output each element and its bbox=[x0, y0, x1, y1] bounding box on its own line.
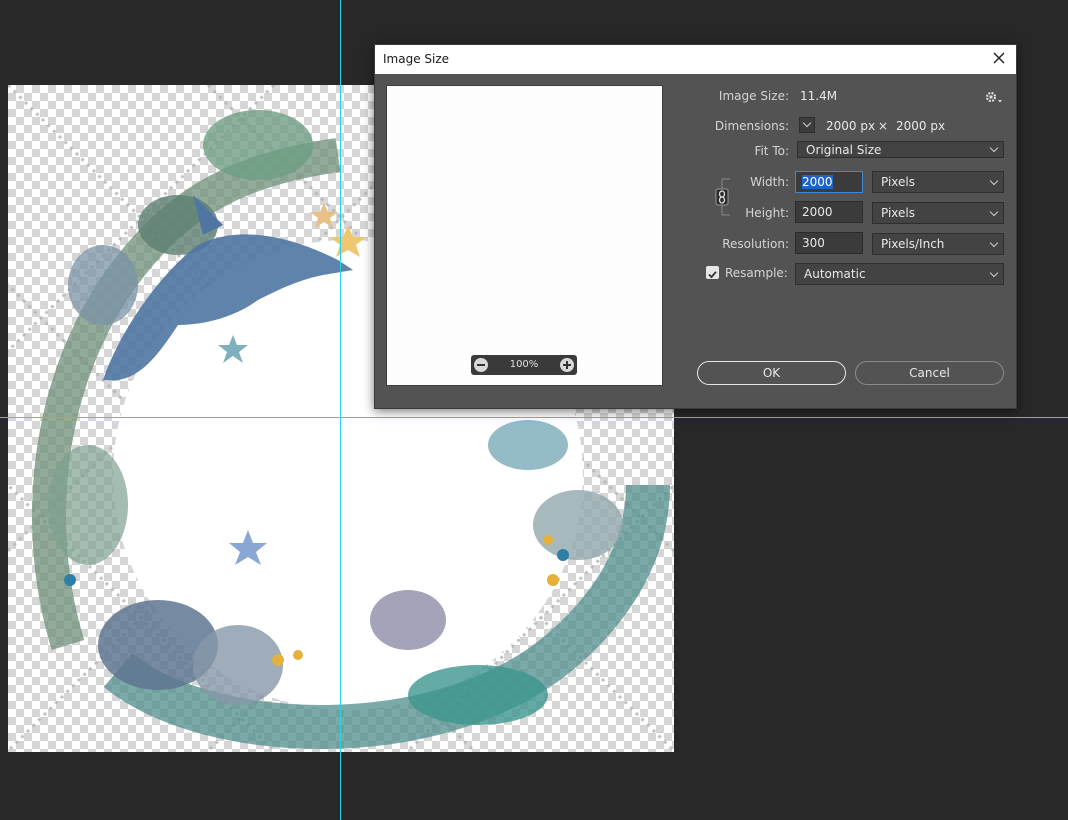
dialog-titlebar[interactable]: Image Size bbox=[375, 45, 1016, 74]
checkmark-icon bbox=[708, 271, 717, 279]
resolution-value: 300 bbox=[802, 236, 825, 250]
height-unit-select[interactable]: Pixels bbox=[872, 202, 1004, 224]
dimensions-dropdown[interactable] bbox=[799, 117, 815, 133]
fit-to-value: Original Size bbox=[806, 143, 882, 157]
width-unit-select[interactable]: Pixels bbox=[872, 171, 1004, 193]
dimensions-width: 2000 px bbox=[826, 119, 876, 133]
image-size-value: 11.4M bbox=[800, 89, 838, 103]
chevron-down-icon bbox=[802, 118, 812, 128]
width-unit-value: Pixels bbox=[881, 175, 916, 189]
chevron-down-icon bbox=[989, 268, 999, 278]
height-unit-value: Pixels bbox=[881, 206, 916, 220]
fit-to-select[interactable]: Original Size bbox=[797, 141, 1004, 158]
resample-value: Automatic bbox=[804, 267, 866, 281]
resolution-label: Resolution: bbox=[722, 237, 789, 251]
close-icon[interactable] bbox=[992, 51, 1006, 65]
dimensions-label: Dimensions: bbox=[714, 119, 789, 133]
chevron-down-icon bbox=[989, 176, 999, 186]
image-size-label: Image Size: bbox=[718, 89, 789, 103]
resolution-unit-value: Pixels/Inch bbox=[881, 237, 945, 251]
fit-to-label: Fit To: bbox=[754, 144, 789, 158]
dialog-title: Image Size bbox=[383, 52, 450, 66]
resample-label: Resample: bbox=[725, 266, 788, 280]
resolution-unit-select[interactable]: Pixels/Inch bbox=[872, 233, 1004, 255]
preview-zoom-bar: 100% bbox=[471, 355, 577, 375]
resample-select[interactable]: Automatic bbox=[795, 263, 1004, 285]
dimensions-height: 2000 px bbox=[896, 119, 946, 133]
chevron-down-icon bbox=[989, 143, 999, 153]
gear-icon[interactable] bbox=[984, 91, 1004, 105]
link-chain-icon[interactable] bbox=[712, 177, 742, 217]
height-label: Height: bbox=[745, 206, 789, 220]
resample-checkbox[interactable] bbox=[706, 266, 719, 279]
zoom-in-icon[interactable] bbox=[560, 358, 574, 372]
dimensions-times: × bbox=[878, 119, 889, 133]
horizontal-guide[interactable] bbox=[0, 417, 1068, 418]
resolution-input[interactable]: 300 bbox=[795, 232, 863, 254]
width-input[interactable]: 2000 bbox=[795, 171, 863, 193]
chevron-down-icon bbox=[989, 207, 999, 217]
image-preview[interactable]: 100% bbox=[386, 85, 663, 386]
chevron-down-icon bbox=[989, 238, 999, 248]
height-input[interactable]: 2000 bbox=[795, 201, 863, 223]
vertical-guide[interactable] bbox=[340, 0, 341, 820]
image-size-dialog: Image Size 100% Image Size: 11.4M Dimens… bbox=[374, 44, 1017, 409]
height-value: 2000 bbox=[802, 205, 833, 219]
width-label: Width: bbox=[750, 175, 789, 189]
width-value: 2000 bbox=[802, 175, 833, 189]
ok-button[interactable]: OK bbox=[697, 361, 846, 385]
cancel-button[interactable]: Cancel bbox=[855, 361, 1004, 385]
